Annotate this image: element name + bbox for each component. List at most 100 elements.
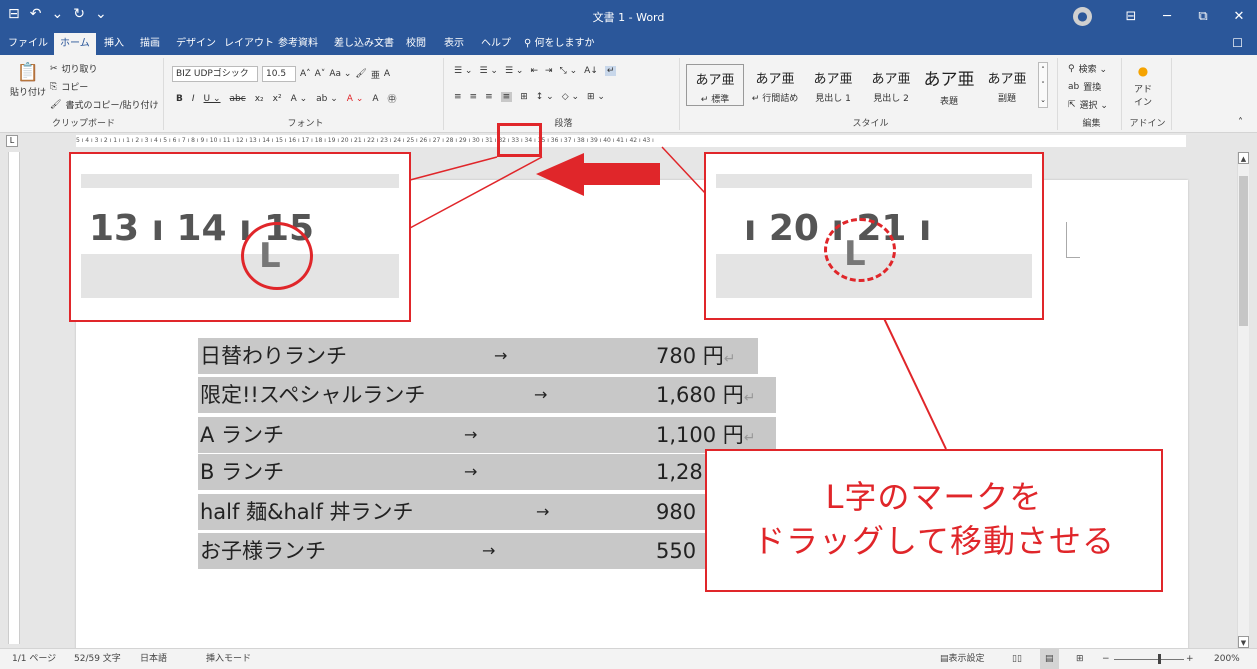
tab-arrow: → — [464, 462, 478, 481]
read-mode-icon[interactable]: ▯▯ — [1012, 649, 1022, 669]
close-button[interactable]: ✕ — [1221, 0, 1257, 33]
web-layout-icon[interactable]: ⊞ — [1076, 649, 1084, 669]
highlight-button[interactable]: ab ⌄ — [316, 94, 338, 104]
align-left-button[interactable]: ≡ — [454, 92, 462, 102]
character-shading-button[interactable]: A — [372, 94, 378, 104]
collapse-ribbon-icon[interactable]: ˄ — [1238, 117, 1243, 128]
tab-mailings[interactable]: 差し込み文書 — [328, 33, 400, 55]
scroll-down-icon[interactable]: ▼ — [1238, 636, 1249, 648]
strikethrough-button[interactable]: abc — [230, 94, 246, 104]
change-case-button[interactable]: Aa ⌄ — [329, 69, 351, 79]
decrease-indent-button[interactable]: ⇤ — [530, 66, 538, 76]
style-no-spacing[interactable]: あア亜 ↵ 行間詰め — [746, 64, 804, 106]
grow-font-button[interactable]: A˄ — [300, 69, 311, 79]
sort-button[interactable]: A↓ — [584, 66, 598, 76]
language-indicator[interactable]: 日本語 — [140, 649, 167, 669]
word-count[interactable]: 52/59 文字 — [74, 649, 121, 669]
tab-review[interactable]: 校閲 — [400, 33, 432, 55]
bullets-button[interactable]: ☰ ⌄ — [454, 66, 472, 76]
style-heading-2[interactable]: あア亜 見出し 2 — [862, 64, 920, 106]
restore-button[interactable]: ⧉ — [1185, 0, 1221, 33]
print-layout-icon[interactable]: ▤ — [1040, 649, 1059, 669]
insert-mode-indicator[interactable]: 挿入モード — [206, 649, 251, 669]
tab-draw[interactable]: 描画 — [134, 33, 166, 55]
font-color-button[interactable]: A ⌄ — [347, 94, 364, 104]
increase-indent-button[interactable]: ⇥ — [545, 66, 553, 76]
tell-me-search[interactable]: ⚲ 何をしますか — [518, 33, 601, 55]
style-subtitle[interactable]: あア亜 副題 — [978, 64, 1036, 106]
menu-line-6[interactable]: お子様ランチ → 550 — [198, 533, 706, 569]
shading-button[interactable]: ◇ ⌄ — [562, 92, 579, 102]
superscript-button[interactable]: x² — [273, 94, 282, 104]
display-settings-button[interactable]: ▤表示設定 — [940, 649, 985, 669]
paste-button[interactable]: 📋 貼り付け — [10, 62, 46, 98]
select-button[interactable]: ⇱ 選択 ⌄ — [1068, 98, 1108, 112]
tab-view[interactable]: 表示 — [438, 33, 470, 55]
format-painter-button[interactable]: 🖌 書式のコピー/貼り付け — [50, 98, 158, 112]
vertical-scrollbar[interactable]: ▲ ▼ — [1237, 152, 1249, 648]
tab-home[interactable]: ホーム — [54, 33, 96, 55]
style-title[interactable]: あア亜 表題 — [920, 64, 978, 107]
character-border-button[interactable]: A — [384, 69, 390, 79]
borders-button[interactable]: ⊞ ⌄ — [587, 92, 605, 102]
page-count[interactable]: 1/1 ページ — [12, 649, 56, 669]
asian-layout-button[interactable]: ⤡ ⌄ — [560, 66, 578, 76]
distributed-button[interactable]: ⊞ — [520, 92, 528, 102]
minimize-button[interactable]: ─ — [1149, 0, 1185, 33]
tab-selector[interactable]: L — [6, 135, 18, 147]
vertical-ruler[interactable] — [8, 152, 20, 644]
cut-button[interactable]: ✂ 切り取り — [50, 62, 98, 76]
menu-line-3[interactable]: A ランチ → 1,100 円↵ — [198, 417, 776, 453]
zoom-in-icon[interactable]: + — [1186, 649, 1194, 669]
copy-icon: ⎘ — [50, 81, 58, 92]
find-button[interactable]: ⚲ 検索 ⌄ — [1068, 62, 1107, 76]
align-right-button[interactable]: ≡ — [485, 92, 493, 102]
font-size-box[interactable]: 10.5 — [262, 66, 296, 82]
account-avatar-icon[interactable]: ● — [1073, 7, 1092, 26]
tab-insert[interactable]: 挿入 — [98, 33, 130, 55]
menu-line-4[interactable]: B ランチ → 1,28 — [198, 454, 706, 490]
zoom-slider[interactable] — [1114, 659, 1184, 660]
justify-button[interactable]: ≡ — [500, 92, 513, 102]
horizontal-ruler[interactable]: 5 ı 4 ı 3 ı 2 ı 1 ı ı 1 ı 2 ı 3 ı 4 ı 5 … — [76, 135, 1186, 147]
clear-formatting-button[interactable]: 🖌 — [355, 69, 366, 79]
zoom-callout-left: 13 ı 14 ı 15 L — [69, 152, 411, 322]
numbering-button[interactable]: ☰ ⌄ — [479, 66, 497, 76]
scroll-up-icon[interactable]: ▲ — [1238, 152, 1249, 164]
show-marks-button[interactable]: ↵ — [604, 66, 617, 76]
scroll-thumb[interactable] — [1239, 176, 1248, 326]
price-text: 780 円 — [656, 344, 724, 368]
tab-references[interactable]: 参考資料 — [272, 33, 324, 55]
copy-button[interactable]: ⎘ コピー — [50, 80, 88, 94]
tab-help[interactable]: ヘルプ — [475, 33, 517, 55]
ribbon-display-options-button[interactable]: ⊟ — [1113, 0, 1149, 33]
enclose-characters-button[interactable]: ㊥ — [388, 92, 397, 105]
shrink-font-button[interactable]: A˅ — [315, 69, 326, 79]
style-heading-1[interactable]: あア亜 見出し 1 — [804, 64, 862, 106]
tab-layout[interactable]: レイアウト — [218, 33, 280, 55]
display-settings-label: 表示設定 — [948, 654, 985, 664]
zoom-level[interactable]: 200% — [1214, 649, 1240, 669]
text-effects-button[interactable]: A ⌄ — [291, 94, 308, 104]
bold-button[interactable]: B — [176, 94, 183, 104]
comments-icon[interactable]: ☐ — [1232, 36, 1243, 50]
replace-button[interactable]: ab 置換 — [1068, 80, 1101, 94]
menu-line-5[interactable]: half 麺&half 丼ランチ → 980 — [198, 494, 706, 530]
style-normal[interactable]: あア亜 ↵ 標準 — [686, 64, 744, 106]
font-name-box[interactable]: BIZ UDPゴシック — [172, 66, 258, 82]
zoom-slider-thumb[interactable] — [1158, 654, 1161, 664]
align-center-button[interactable]: ≡ — [470, 92, 478, 102]
addin-button[interactable]: ● アド イン — [1134, 64, 1152, 108]
tab-design[interactable]: デザイン — [170, 33, 222, 55]
zoom-out-icon[interactable]: − — [1102, 649, 1110, 669]
italic-button[interactable]: I — [192, 94, 195, 104]
subscript-button[interactable]: x₂ — [255, 94, 264, 104]
menu-line-2[interactable]: 限定!!スペシャルランチ → 1,680 円↵ — [198, 377, 776, 413]
menu-line-1[interactable]: 日替わりランチ → 780 円↵ — [198, 338, 758, 374]
line-spacing-button[interactable]: ↕ ⌄ — [536, 92, 554, 102]
phonetic-guide-button[interactable]: 亜 — [371, 68, 380, 81]
tab-file[interactable]: ファイル — [2, 33, 54, 55]
styles-scroll[interactable]: ˄ ˅ ⌄ — [1038, 62, 1048, 108]
multilevel-list-button[interactable]: ☰ ⌄ — [505, 66, 523, 76]
underline-button[interactable]: U ⌄ — [204, 94, 221, 104]
